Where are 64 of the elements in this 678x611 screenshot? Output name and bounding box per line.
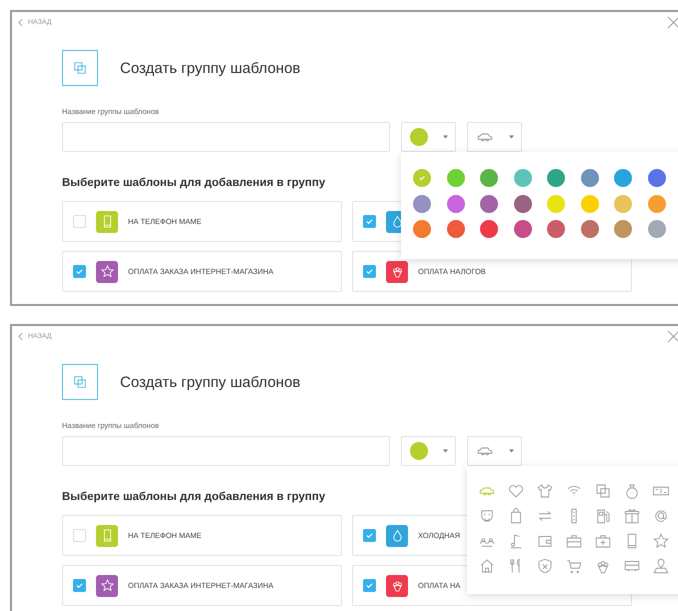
section-heading: Выберите шаблоны для добавления в группу: [62, 491, 326, 503]
color-swatch[interactable]: [547, 169, 565, 187]
house-icon[interactable]: [478, 557, 496, 575]
color-swatch[interactable]: [413, 220, 431, 238]
checkmark-icon: [365, 581, 374, 590]
heart-icon[interactable]: [507, 482, 525, 500]
color-swatch[interactable]: [580, 194, 598, 212]
color-swatch[interactable]: [648, 220, 666, 238]
color-swatch[interactable]: [547, 220, 565, 238]
checkbox[interactable]: [73, 265, 86, 278]
checkmark-icon: [75, 581, 84, 590]
color-swatch[interactable]: [480, 194, 498, 212]
color-swatch[interactable]: [514, 169, 532, 187]
checkmark-icon: [365, 217, 374, 226]
color-swatch[interactable]: [614, 194, 632, 212]
color-swatch[interactable]: [614, 220, 632, 238]
copy-icon[interactable]: [594, 482, 612, 500]
checkmark-icon: [365, 267, 374, 276]
checkbox[interactable]: [363, 265, 376, 278]
star-icon[interactable]: [652, 532, 670, 550]
name-input-field[interactable]: [62, 122, 390, 152]
t-shirt-icon[interactable]: [536, 482, 554, 500]
color-swatch[interactable]: [547, 194, 565, 212]
close-icon[interactable]: [667, 16, 678, 28]
section-heading: Выберите шаблоны для добавления в группу: [62, 177, 326, 189]
icon-dropdown[interactable]: [467, 122, 522, 152]
color-swatch[interactable]: [446, 169, 464, 187]
close-icon[interactable]: [667, 330, 678, 342]
color-dropdown[interactable]: [401, 436, 456, 466]
chevron-icon: [18, 18, 23, 26]
checkmark-icon: [418, 174, 426, 182]
chevron-icon: [18, 332, 23, 340]
page-title: Создать группу шаблонов: [120, 374, 300, 390]
color-swatch[interactable]: [480, 169, 498, 187]
gift-icon[interactable]: [623, 507, 641, 525]
checkbox[interactable]: [363, 215, 376, 228]
group-icon: [62, 50, 98, 86]
shield-icon[interactable]: [536, 557, 554, 575]
color-swatch[interactable]: [580, 169, 598, 187]
color-swatch[interactable]: [614, 169, 632, 187]
caret-icon: [442, 135, 448, 139]
color-swatch[interactable]: [413, 169, 431, 187]
checkmark-icon: [75, 267, 84, 276]
color-swatch[interactable]: [648, 194, 666, 212]
map-pin-icon[interactable]: [652, 557, 670, 575]
color-swatch[interactable]: [514, 220, 532, 238]
color-swatch[interactable]: [413, 194, 431, 212]
checkbox[interactable]: [363, 579, 376, 592]
checkbox[interactable]: [363, 529, 376, 542]
icon-dropdown[interactable]: [467, 436, 522, 466]
group-icon: [62, 364, 98, 400]
color-swatch[interactable]: [580, 220, 598, 238]
color-swatch[interactable]: [446, 220, 464, 238]
color-swatch[interactable]: [446, 194, 464, 212]
name-input-field[interactable]: [62, 436, 390, 466]
caret-icon: [508, 135, 514, 139]
color-swatch[interactable]: [648, 169, 666, 187]
page-title: Создать группу шаблонов: [120, 60, 300, 76]
color-swatch[interactable]: [480, 220, 498, 238]
checkbox[interactable]: [73, 579, 86, 592]
color-swatch[interactable]: [514, 194, 532, 212]
caret-icon: [442, 449, 448, 453]
checkmark-icon: [365, 531, 374, 540]
caret-icon: [508, 449, 514, 453]
